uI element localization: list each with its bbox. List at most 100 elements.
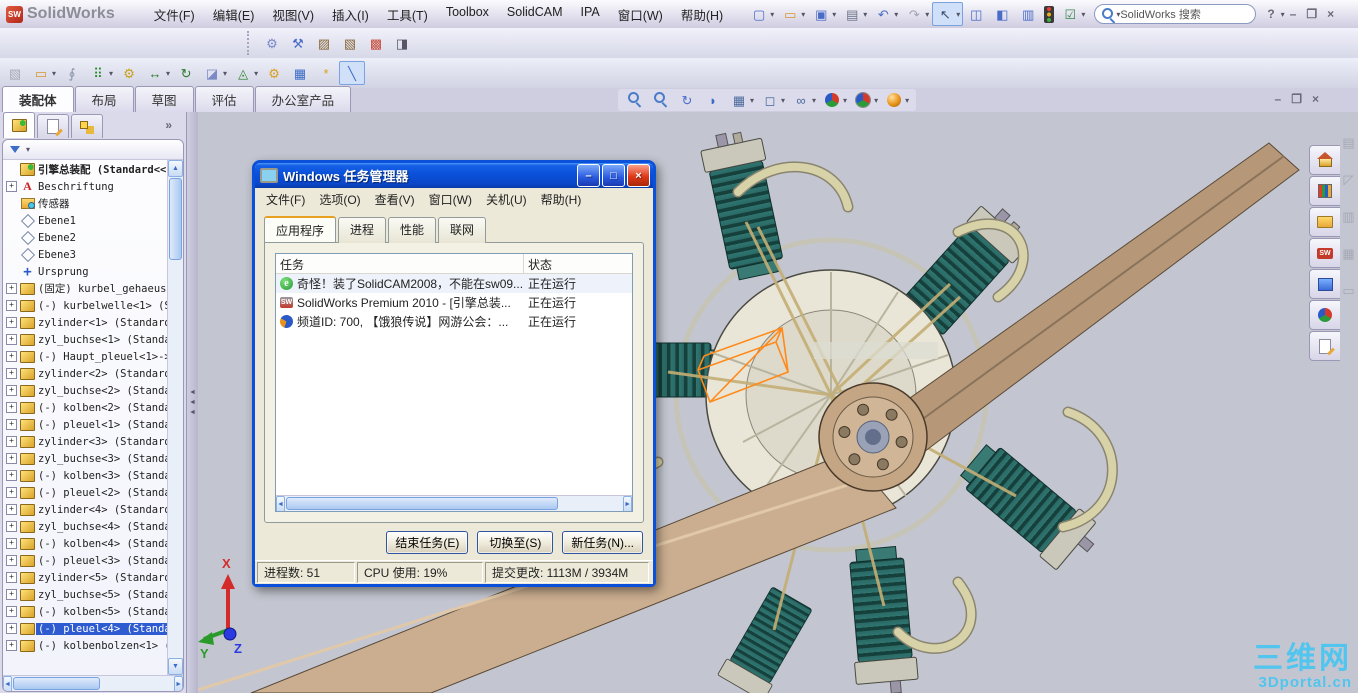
minimize-button[interactable]: –	[1285, 7, 1302, 21]
tm-tab[interactable]: 联网	[438, 217, 487, 243]
task-column-header[interactable]: 任务	[276, 254, 524, 273]
tile-windows-icon[interactable]: ▾	[989, 2, 1015, 26]
tree-item[interactable]: (-) pleuel<2> (Standar	[3, 484, 167, 501]
reference-geometry-icon[interactable]: ▾	[230, 61, 261, 85]
move-component-icon[interactable]: ▾	[142, 61, 173, 85]
gear-copy-icon[interactable]	[259, 31, 285, 55]
tree-item[interactable]: 传感器	[3, 195, 167, 212]
tree-item[interactable]: zyl_buchse<3> (Standar	[3, 450, 167, 467]
menu-item[interactable]: 帮助(H)	[672, 2, 732, 27]
tm-tab[interactable]: 进程	[338, 217, 387, 243]
expand-toggle-icon[interactable]	[6, 521, 17, 532]
tm-menu-item[interactable]: 查看(V)	[368, 190, 422, 209]
tree-item[interactable]: (-) kolben<3> (Standar	[3, 467, 167, 484]
open-icon[interactable]: ▾	[777, 2, 808, 26]
sheet-half-icon[interactable]	[389, 31, 415, 55]
scroll-left-arrow[interactable]: ◄	[3, 676, 12, 691]
expand-toggle-icon[interactable]	[6, 487, 17, 498]
menu-item[interactable]: 编辑(E)	[204, 2, 264, 27]
tree-item[interactable]: (-) kolben<5> (Standar	[3, 603, 167, 620]
dropdown-arrow-icon[interactable]: ▾	[863, 10, 867, 19]
display-style-icon[interactable]: ▾	[757, 88, 788, 112]
expand-toggle-icon[interactable]	[6, 538, 17, 549]
expand-toggle-icon[interactable]	[6, 589, 17, 600]
ribbon-tab[interactable]: 评估	[194, 86, 254, 112]
expand-toggle-icon[interactable]	[6, 368, 17, 379]
tree-item[interactable]: (-) Haupt_pleuel<1>->?	[3, 348, 167, 365]
zoom-area-icon[interactable]: ▾	[648, 88, 674, 112]
menu-item[interactable]: SolidCAM	[498, 2, 572, 27]
task-list-horizontal-scrollbar[interactable]: ◄ ►	[276, 495, 632, 511]
propertymanager-tab-icon[interactable]	[37, 114, 69, 138]
mate-icon[interactable]: ▾	[59, 61, 85, 85]
expand-toggle-icon[interactable]	[6, 317, 17, 328]
task-row[interactable]: 奇怪！装了SolidCAM2008，不能在sw09... 正在运行	[276, 274, 632, 293]
rotate-view-icon[interactable]: ▾	[674, 88, 700, 112]
expand-toggle-icon[interactable]	[6, 402, 17, 413]
scroll-thumb[interactable]	[285, 497, 558, 510]
dropdown-arrow-icon[interactable]: ▾	[750, 96, 754, 105]
scroll-thumb[interactable]	[12, 677, 100, 690]
solidworks-search-input[interactable]: ▾ SolidWorks 搜索	[1094, 4, 1257, 24]
tree-item[interactable]: (固定) kurbel_gehaeuse	[3, 280, 167, 297]
menu-item[interactable]: 文件(F)	[145, 2, 204, 27]
tm-close-button[interactable]: ×	[627, 164, 650, 187]
expand-toggle-icon[interactable]	[6, 385, 17, 396]
split-window-icon[interactable]: ▾	[963, 2, 989, 26]
tree-item[interactable]: zyl_buchse<2> (Standar	[3, 382, 167, 399]
task-row[interactable]: 频道ID: 700, 【饿狼传说】网游公会：... 正在运行	[276, 312, 632, 331]
motion-study-icon[interactable]: ▾	[261, 61, 287, 85]
file-explorer-tab-icon[interactable]	[1309, 207, 1340, 237]
menu-item[interactable]: Toolbox	[437, 2, 498, 27]
expand-toggle-icon[interactable]	[6, 606, 17, 617]
edit-appearance-icon[interactable]: ▾	[819, 88, 850, 112]
dropdown-arrow-icon[interactable]: ▾	[812, 96, 816, 105]
instant3d-icon[interactable]: ▾	[339, 61, 366, 85]
tree-horizontal-scrollbar[interactable]: ◄ ►	[3, 675, 183, 691]
dropdown-arrow-icon[interactable]: ▾	[832, 10, 836, 19]
solidworks-search-tab-icon[interactable]	[1309, 238, 1340, 268]
tm-menu-item[interactable]: 帮助(H)	[534, 190, 589, 209]
expand-toggle-icon[interactable]	[6, 436, 17, 447]
expand-toggle-icon[interactable]	[6, 640, 17, 651]
tree-item[interactable]: (-) kolben<4> (Standar	[3, 535, 167, 552]
custom-properties-tab-icon[interactable]	[1309, 331, 1340, 361]
bill-of-materials-icon[interactable]: ▾	[287, 61, 313, 85]
dropdown-arrow-icon[interactable]: ▾	[925, 10, 929, 19]
tree-item[interactable]: zylinder<5> (Standard<	[3, 569, 167, 586]
doc-restore-button[interactable]: ❐	[1286, 92, 1307, 106]
tree-vertical-scrollbar[interactable]: ▲ ▼	[167, 160, 183, 675]
scroll-up-arrow[interactable]: ▲	[168, 160, 183, 177]
ribbon-tab[interactable]: 布局	[74, 86, 134, 112]
tree-item[interactable]: Ebene2	[3, 229, 167, 246]
dropdown-arrow-icon[interactable]: ▾	[781, 96, 785, 105]
image-delete-icon[interactable]	[363, 31, 389, 55]
render-image-icon[interactable]	[311, 31, 337, 55]
traffic-light-icon[interactable]: ▾	[1041, 4, 1057, 25]
expand-toggle-icon[interactable]	[6, 334, 17, 345]
scroll-right-arrow[interactable]: ►	[174, 676, 183, 691]
tree-item[interactable]: 引擎总装配 (Standard<<St	[3, 161, 167, 178]
expand-toggle-icon[interactable]	[6, 470, 17, 481]
task-row[interactable]: SolidWorks Premium 2010 - [引擎总装... 正在运行	[276, 293, 632, 312]
section-view-icon[interactable]: ▾	[700, 88, 726, 112]
exploded-view-icon[interactable]: ▾	[313, 61, 339, 85]
new-document-icon[interactable]: ▾	[746, 2, 777, 26]
dropdown-arrow-icon[interactable]: ▾	[905, 96, 909, 105]
tm-menu-item[interactable]: 关机(U)	[479, 190, 534, 209]
expand-toggle-icon[interactable]	[6, 181, 17, 192]
select-icon[interactable]: ▾	[932, 2, 964, 26]
ribbon-tab[interactable]: 办公室产品	[254, 86, 352, 112]
appearances-scenes-tab-icon[interactable]	[1309, 300, 1340, 330]
tree-item[interactable]: zylinder<1> (Standard<	[3, 314, 167, 331]
dropdown-arrow-icon[interactable]: ▾	[1081, 10, 1085, 19]
status-column-header[interactable]: 状态	[524, 254, 632, 273]
dropdown-arrow-icon[interactable]: ▾	[223, 69, 227, 78]
tm-minimize-button[interactable]: –	[577, 164, 600, 187]
scroll-left-arrow[interactable]: ◄	[276, 496, 285, 511]
panel-expand-chevron[interactable]: »	[165, 118, 172, 132]
hide-show-items-icon[interactable]: ▾	[788, 88, 819, 112]
close-button[interactable]: ×	[1322, 7, 1339, 21]
featuremanager-tab-icon[interactable]	[3, 112, 35, 138]
dropdown-arrow-icon[interactable]: ▾	[843, 96, 847, 105]
